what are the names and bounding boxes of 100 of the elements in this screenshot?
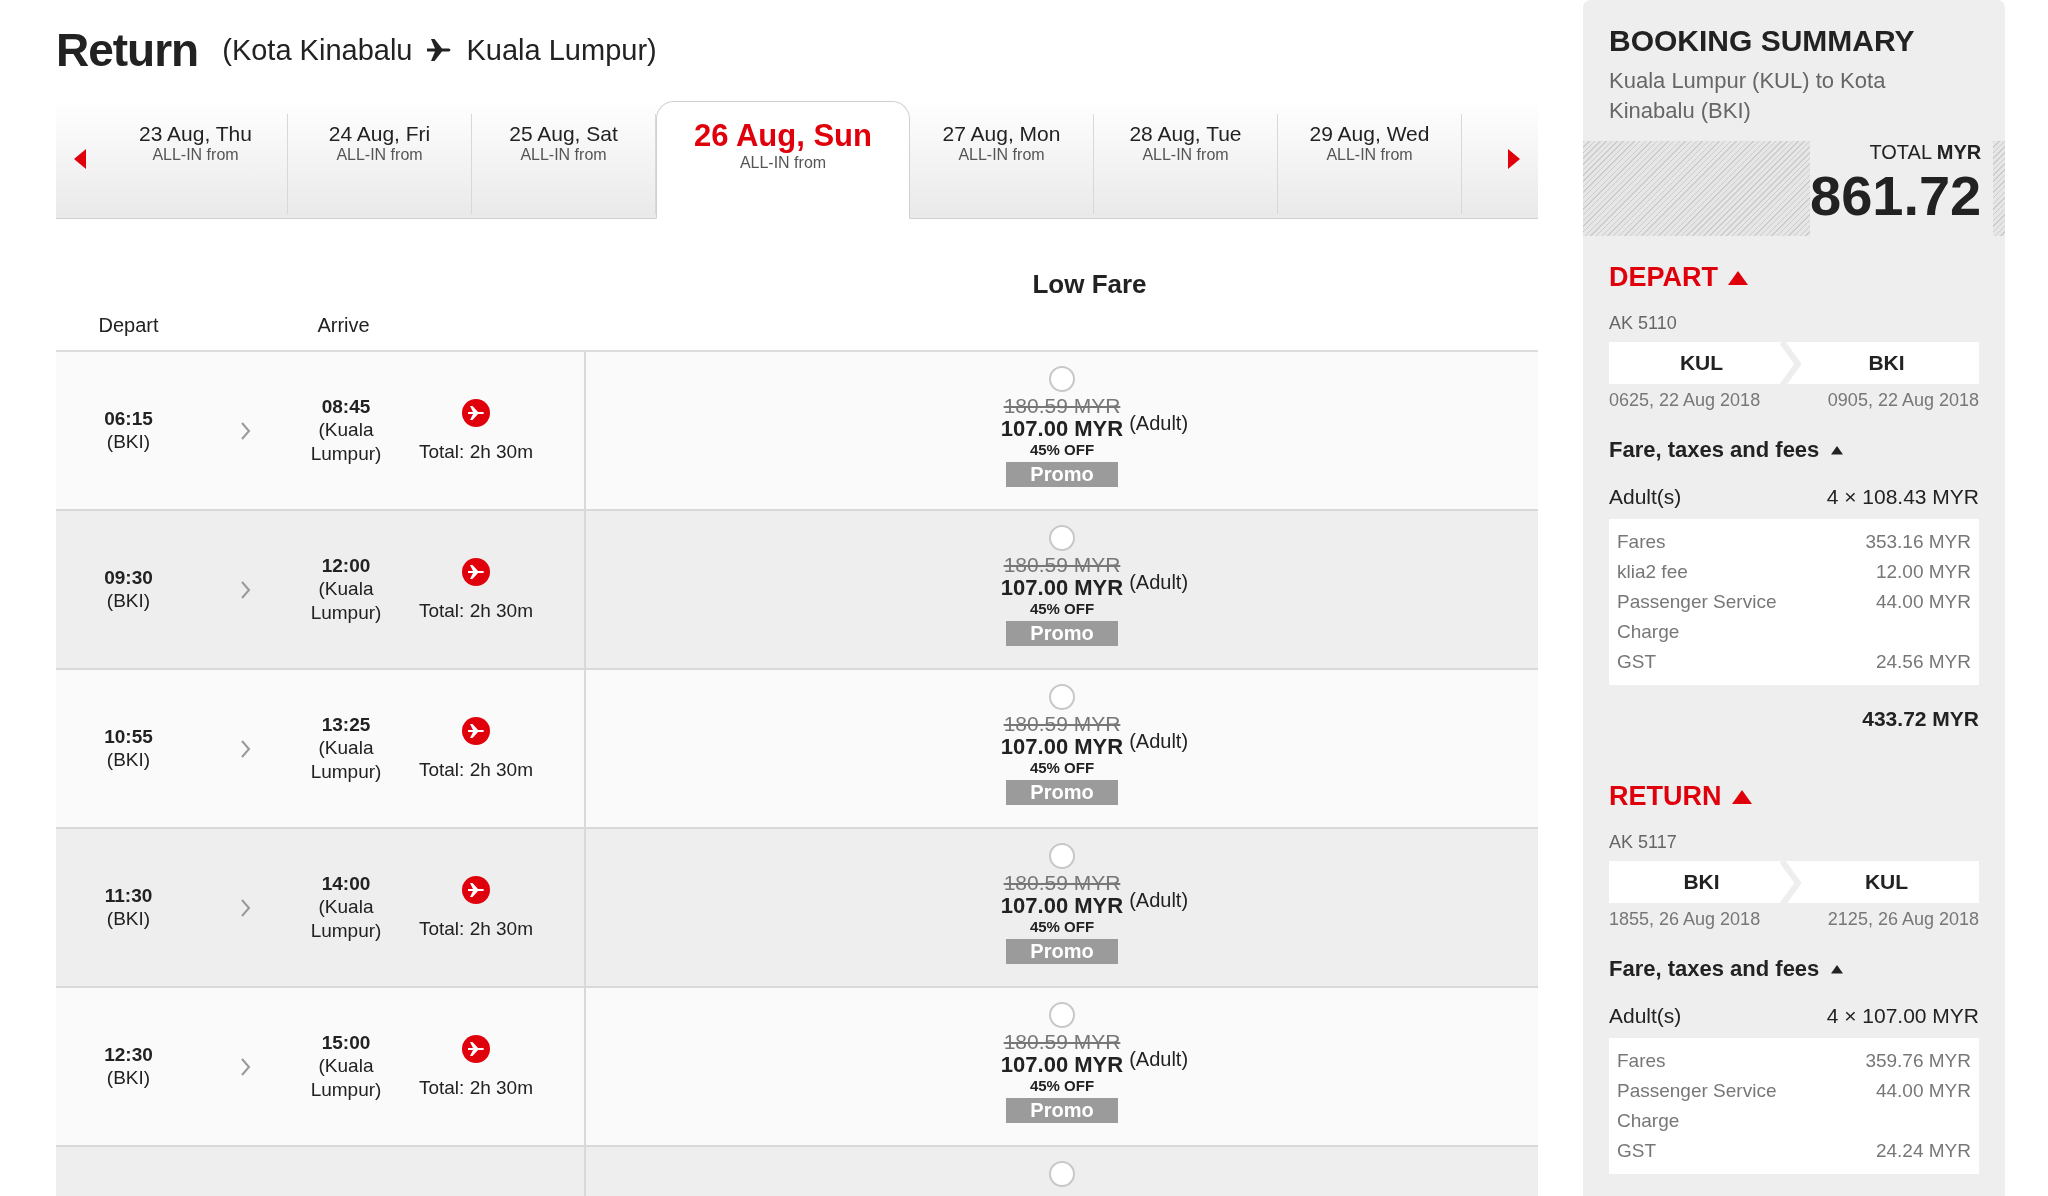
section-toggle[interactable]: DEPART (1609, 262, 1979, 294)
fees-toggle[interactable]: Fare, taxes and fees (1609, 437, 1979, 464)
flight-duration: Total: 2h 30m (418, 440, 534, 463)
arrival-airport: (Kuala Lumpur) (309, 1053, 383, 1102)
page-title: Return (56, 23, 199, 77)
plane-icon (462, 1034, 490, 1063)
fare-column-heading: Low Fare (1032, 269, 1147, 300)
date-tab[interactable]: 27 Aug, Mon ALL-IN from (910, 114, 1094, 214)
fee-amount: 44.00 MYR (1875, 1079, 1971, 1104)
departure-airport: (BKI) (105, 906, 152, 931)
flight-duration: Total: 2h 30m (418, 758, 534, 781)
fee-amount: 24.56 MYR (1875, 650, 1971, 675)
arrival-datetime: 2125, 26 Aug 2018 (1827, 909, 1979, 931)
passenger-type: (Adult) (1129, 412, 1190, 435)
arrival-time: 15:00 (321, 1031, 371, 1054)
chevron-right-icon (241, 739, 251, 758)
arrival-time: 08:45 (321, 395, 371, 418)
fare-radio[interactable] (1049, 1002, 1075, 1028)
discount-label: 45% OFF (1029, 441, 1095, 459)
discount-label: 45% OFF (1029, 759, 1095, 777)
discount-label: 45% OFF (1029, 1077, 1095, 1095)
flight-duration: Total: 2h 30m (418, 599, 534, 622)
departure-time: 12:30 (104, 1043, 153, 1066)
route-origin: (Kota Kinabalu (222, 33, 413, 67)
arrival-airport: (Kuala Lumpur) (309, 576, 383, 625)
date-tab[interactable]: 23 Aug, Thu ALL-IN from (104, 114, 288, 214)
column-heading: Depart (97, 313, 160, 337)
plane-icon (462, 557, 490, 586)
plane-icon (462, 398, 490, 427)
fee-amount: 359.76 MYR (1865, 1049, 1971, 1074)
date-tab[interactable]: 26 Aug, Sun ALL-IN from (656, 101, 910, 219)
chevron-right-icon (241, 421, 251, 440)
original-price: 180.59 MYR (1003, 553, 1121, 577)
total-amount: 861.72 (1810, 168, 1982, 225)
promo-badge: Promo (1006, 462, 1118, 488)
passenger-type: (Adult) (1129, 571, 1190, 594)
original-price: 180.59 MYR (1003, 871, 1121, 895)
fare-price: 107.00 MYR (1000, 576, 1124, 601)
chevron-right-icon (241, 1057, 251, 1076)
passenger-label: Adult(s) (1609, 485, 1682, 510)
fare-price: 107.00 MYR (1000, 735, 1124, 760)
original-price: 180.59 MYR (1003, 712, 1121, 736)
discount-label: 45% OFF (1029, 600, 1095, 618)
origin-code: BKI (1609, 861, 1794, 904)
destination-code: BKI (1794, 342, 1979, 385)
departure-datetime: 0625, 22 Aug 2018 (1609, 390, 1761, 412)
departure-airport: (BKI) (105, 588, 152, 613)
fee-label: Fares (1617, 1049, 1666, 1074)
fare-price: 107.00 MYR (1000, 894, 1124, 919)
fare-radio[interactable] (1049, 843, 1075, 869)
fee-amount: 12.00 MYR (1875, 560, 1971, 585)
promo-badge: Promo (1006, 1098, 1118, 1124)
summary-route: Kuala Lumpur (KUL) to Kota Kinabalu (BKI) (1609, 67, 1887, 125)
section-toggle[interactable]: RETURN (1609, 781, 1979, 813)
origin-code: KUL (1609, 342, 1794, 385)
promo-badge: Promo (1006, 621, 1118, 647)
fee-label: klia2 fee (1617, 560, 1688, 585)
fare-price: 107.00 MYR (1000, 1053, 1124, 1078)
departure-time: 06:15 (104, 407, 153, 430)
fee-label: Fares (1617, 530, 1666, 555)
chevron-right-icon (241, 580, 251, 599)
passenger-amount: 4 × 108.43 MYR (1826, 485, 1979, 510)
discount-label: 45% OFF (1029, 918, 1095, 936)
fees-toggle[interactable]: Fare, taxes and fees (1609, 956, 1979, 983)
departure-time: 11:30 (104, 884, 153, 907)
original-price: 180.59 MYR (1003, 394, 1121, 418)
promo-badge: Promo (1006, 939, 1118, 965)
caret-left-icon (74, 149, 86, 169)
departure-time: 10:55 (104, 725, 153, 748)
chevron-right-icon (241, 898, 251, 917)
departure-time: 09:30 (104, 566, 153, 589)
original-price: 180.59 MYR (1003, 1030, 1121, 1054)
departure-airport: (BKI) (105, 429, 152, 454)
arrival-airport: (Kuala Lumpur) (309, 894, 383, 943)
arrival-time: 12:00 (321, 554, 371, 577)
fee-label: GST (1617, 650, 1657, 675)
arrival-datetime: 0905, 22 Aug 2018 (1827, 390, 1979, 412)
flight-duration: Total: 2h 30m (418, 917, 534, 940)
total-label: TOTAL MYR (1869, 141, 1982, 165)
fee-amount: 353.16 MYR (1865, 530, 1971, 555)
departure-airport: (BKI) (105, 747, 152, 772)
date-tab[interactable]: 28 Aug, Tue ALL-IN from (1094, 114, 1278, 214)
departure-airport: (BKI) (105, 1065, 152, 1090)
passenger-label: Adult(s) (1609, 1004, 1682, 1029)
date-tab[interactable]: 24 Aug, Fri ALL-IN from (288, 114, 472, 214)
arrival-airport: (Kuala Lumpur) (309, 417, 383, 466)
summary-title: BOOKING SUMMARY (1609, 24, 1916, 58)
fare-radio[interactable] (1049, 525, 1075, 551)
column-heading: Arrive (316, 313, 371, 337)
fee-amount: 24.24 MYR (1875, 1139, 1971, 1164)
departure-datetime: 1855, 26 Aug 2018 (1609, 909, 1761, 931)
fare-radio[interactable] (1049, 1161, 1075, 1187)
passenger-amount: 4 × 107.00 MYR (1826, 1004, 1979, 1029)
date-tab[interactable]: 29 Aug, Wed ALL-IN from (1278, 114, 1462, 214)
fare-radio[interactable] (1049, 366, 1075, 392)
section-subtotal: 433.72 MYR (1862, 707, 1979, 732)
arrival-time: 14:00 (321, 872, 371, 895)
arrival-time: 13:25 (321, 713, 371, 736)
plane-icon (426, 38, 453, 62)
fare-radio[interactable] (1049, 684, 1075, 710)
